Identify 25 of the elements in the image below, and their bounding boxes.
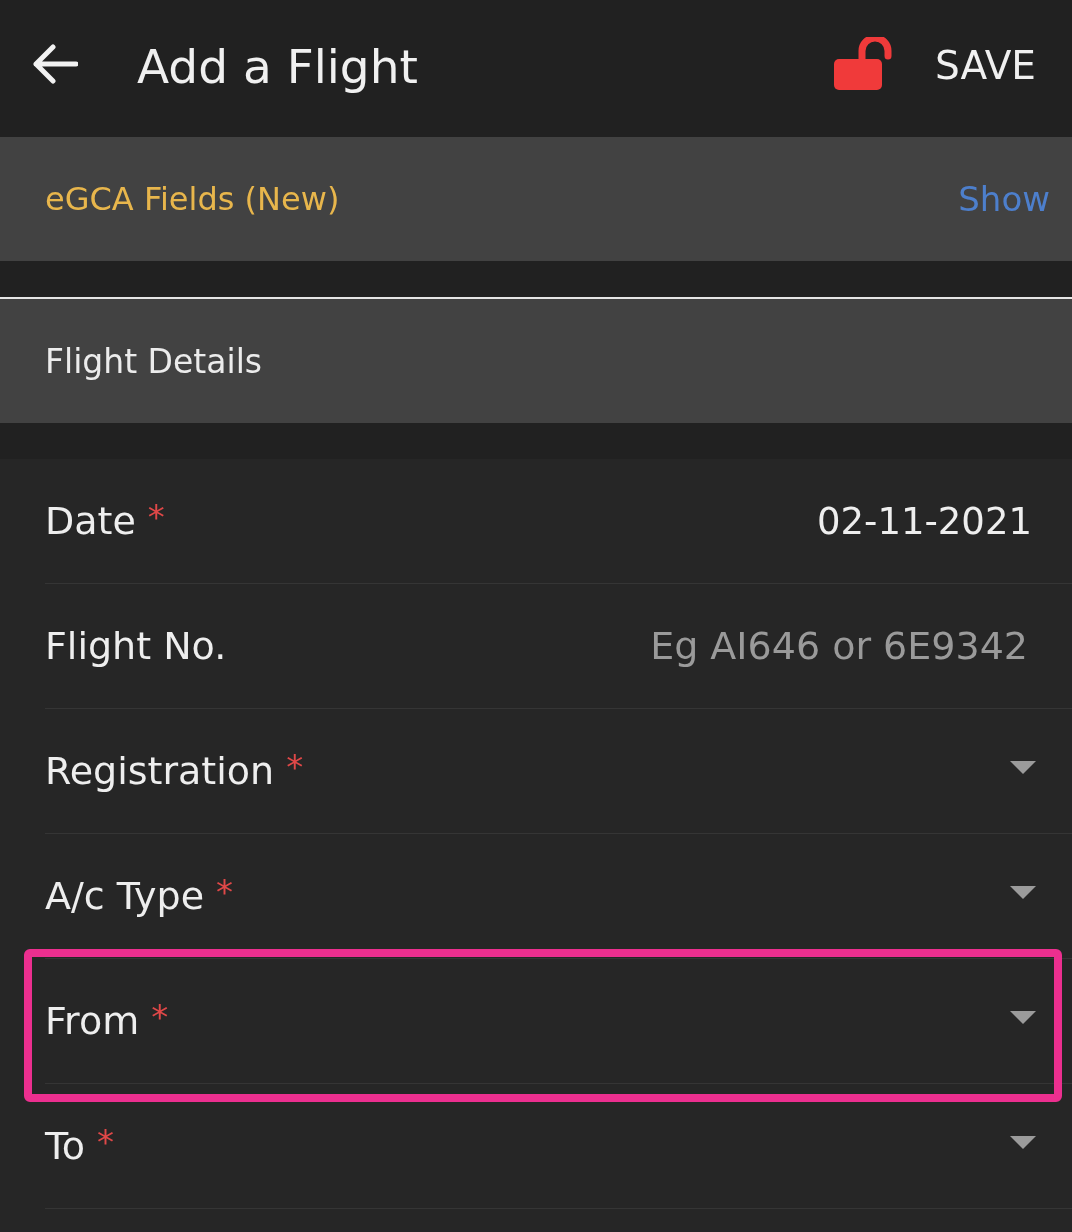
section-title: Flight Details <box>45 341 262 381</box>
section-title: eGCA Fields (New) <box>45 180 340 218</box>
field-label: A/c Type <box>45 874 205 918</box>
field-label: Registration <box>45 749 275 793</box>
required-asterisk: * <box>147 497 165 537</box>
back-arrow-icon <box>32 43 78 84</box>
field-label: To <box>45 1124 85 1168</box>
field-label: Date <box>45 499 136 543</box>
text-input-field[interactable]: Eg AI646 or 6E9342 <box>256 624 1028 668</box>
dropdown-caret-icon <box>1010 1010 1036 1024</box>
required-asterisk: * <box>97 1122 114 1162</box>
dropdown-caret-icon <box>1010 885 1036 899</box>
field-label: From <box>45 999 140 1043</box>
back-button[interactable] <box>32 43 78 84</box>
save-button[interactable]: SAVE <box>935 43 1036 88</box>
required-asterisk: * <box>216 872 234 912</box>
section-header[interactable]: eGCA Fields (New) Show <box>0 137 1072 261</box>
required-asterisk: * <box>286 747 304 787</box>
dropdown-caret-icon <box>1010 760 1036 774</box>
required-asterisk: * <box>151 997 169 1037</box>
field-label: Flight No. <box>45 624 227 668</box>
date-field[interactable]: 02-11-2021 <box>816 499 1032 543</box>
unlocked-padlock-icon[interactable] <box>834 37 894 90</box>
dropdown-caret-icon <box>1010 1135 1036 1149</box>
page-title: Add a Flight <box>137 39 418 94</box>
